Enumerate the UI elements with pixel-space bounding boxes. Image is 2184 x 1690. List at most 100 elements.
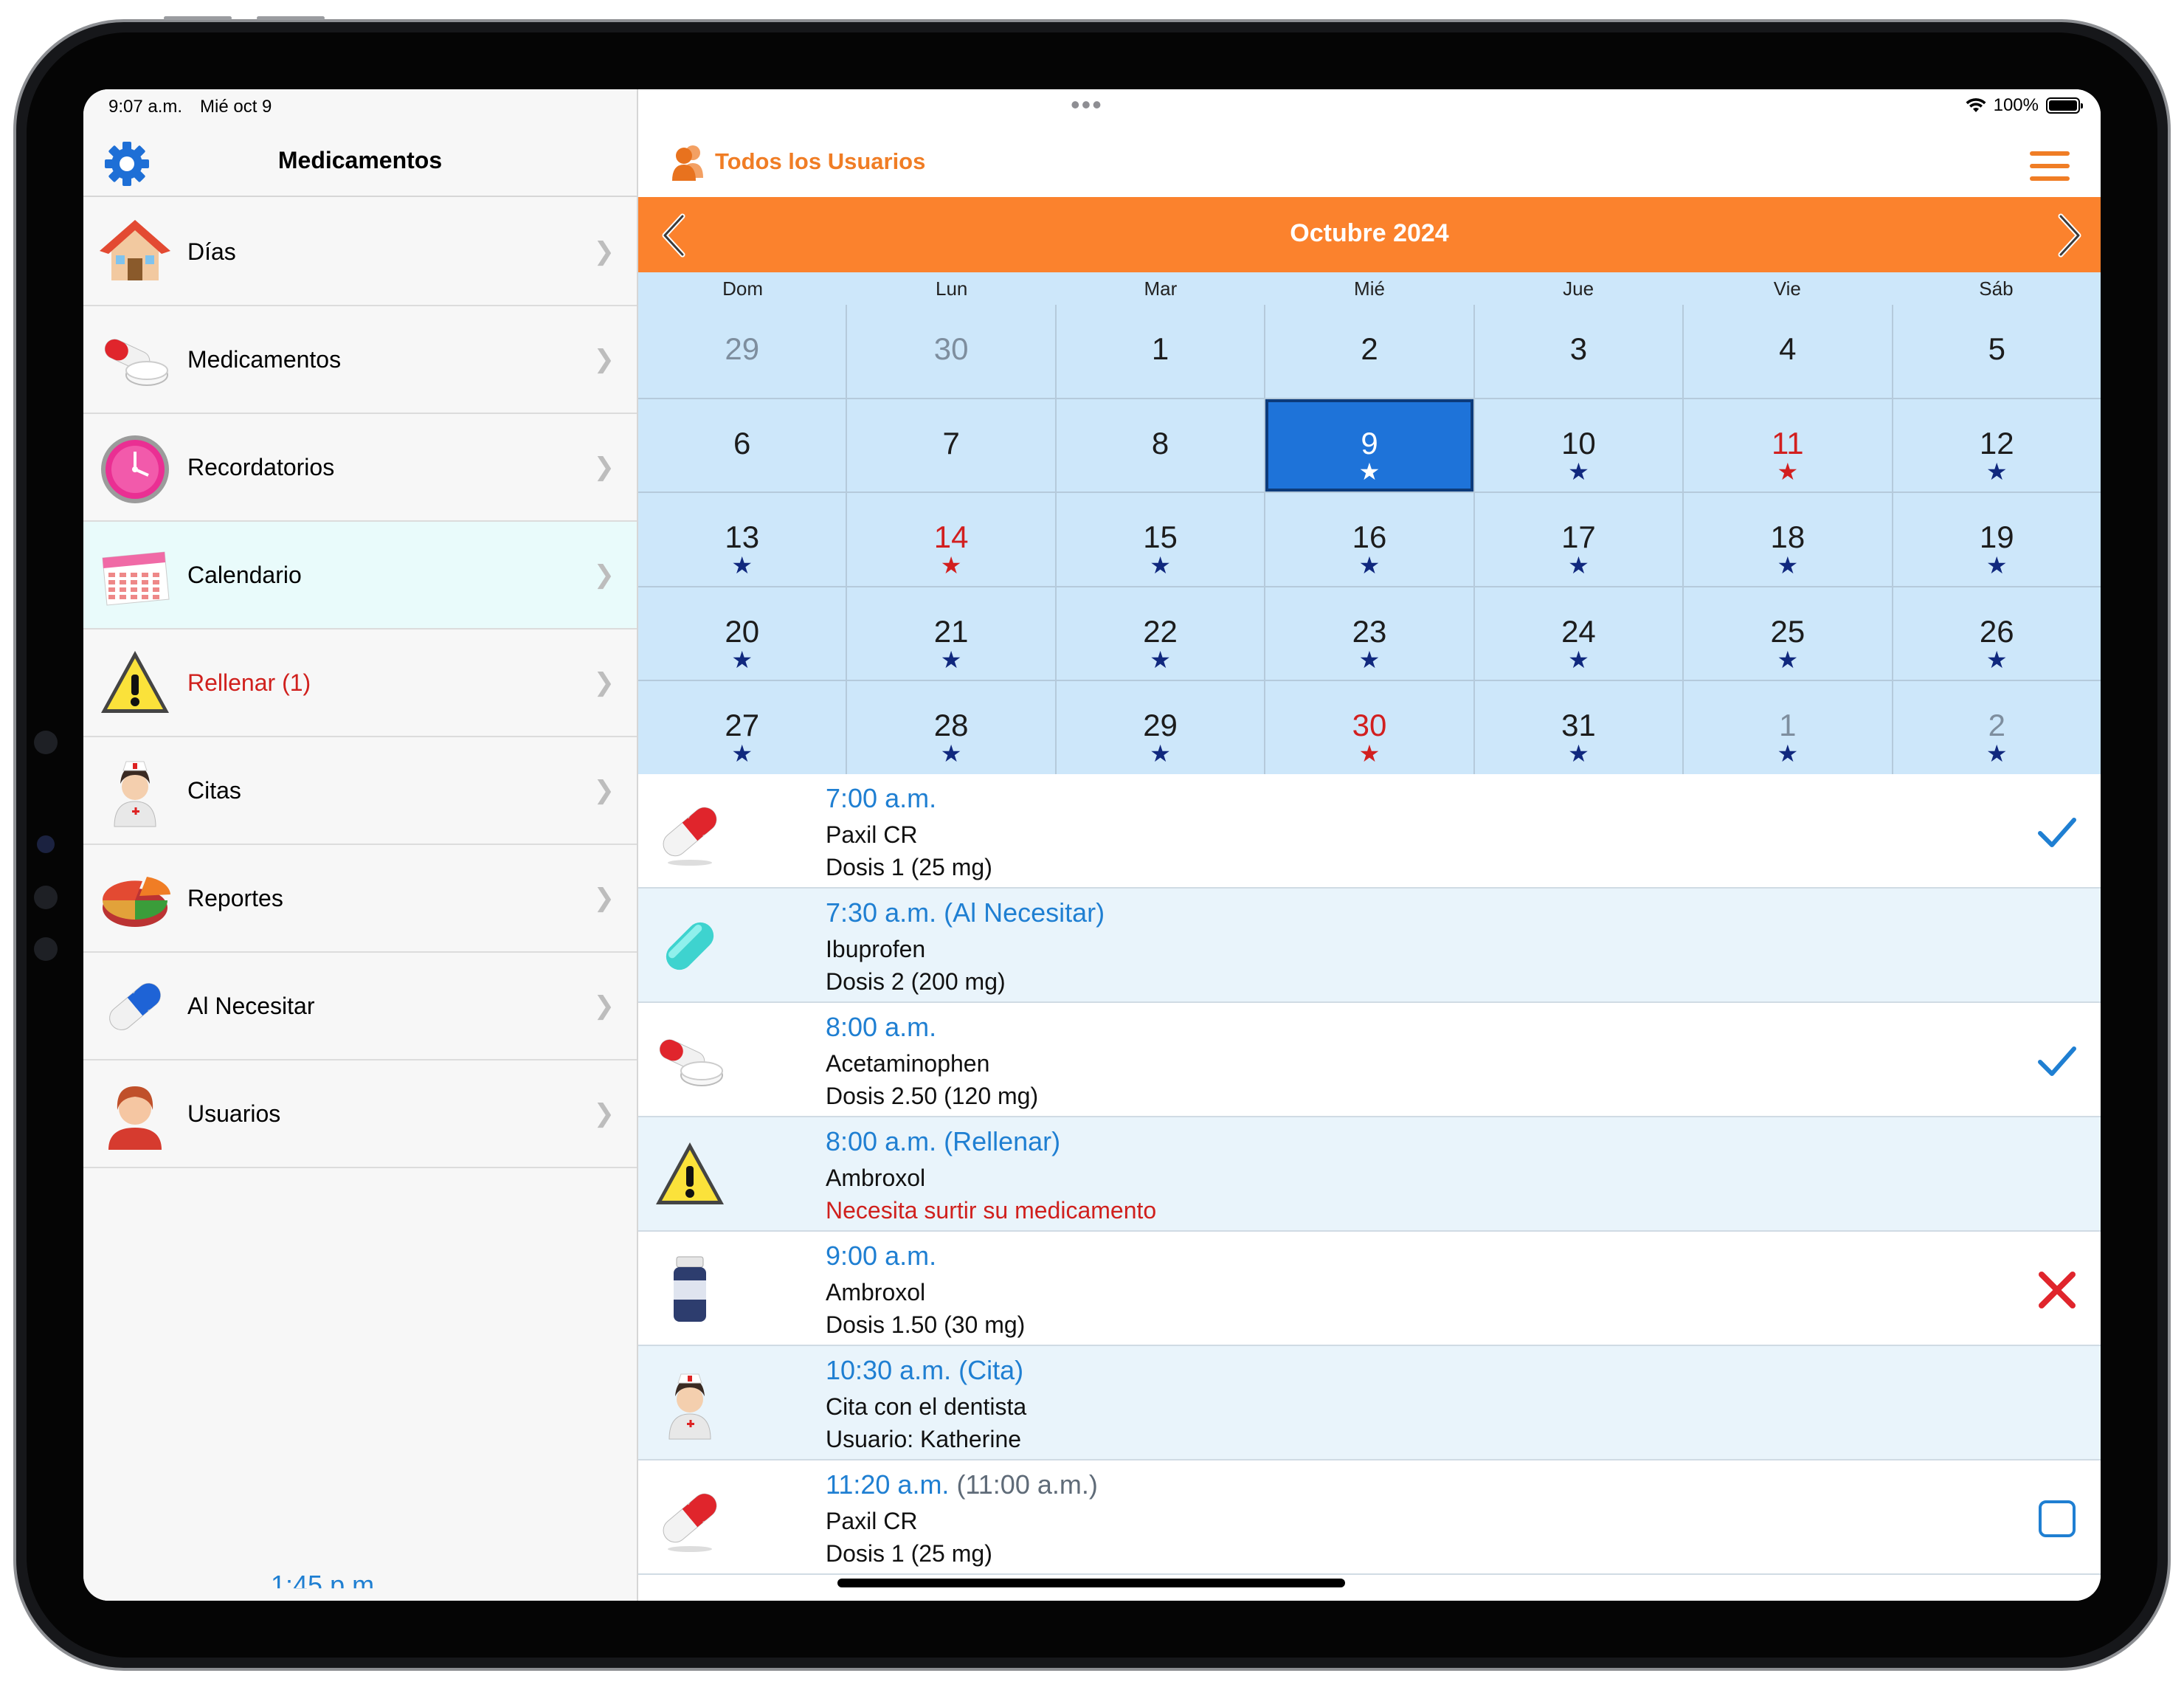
event-row[interactable]: 8:00 a.m. (Rellenar) Ambroxol Necesita sur…	[638, 1117, 2101, 1232]
top-button-1	[164, 16, 232, 20]
calendar-day[interactable]: 30 ★	[1265, 681, 1473, 774]
event-detail: Necesita surtir su medicamento	[826, 1197, 1157, 1224]
checkmark-icon[interactable]	[2036, 1040, 2078, 1083]
screen: 9:07 a.m. Mié oct 9 ••• 100% Medicamento…	[83, 89, 2101, 1601]
sidebar-item-rellenar-1[interactable]: Rellenar (1) ❯	[83, 630, 637, 737]
event-row[interactable]: 7:00 a.m. Paxil CR Dosis 1 (25 mg)	[638, 774, 2101, 889]
all-users-label: Todos los Usuarios	[715, 148, 926, 174]
hamburger-menu-icon[interactable]	[2030, 151, 2070, 181]
calendar-day[interactable]: 12 ★	[1893, 399, 2101, 492]
weekday-label: Jue	[1563, 277, 1594, 300]
calendar-day[interactable]: 6	[638, 399, 846, 492]
day-number: 29	[1143, 708, 1178, 743]
sidebar-item-label: Al Necesitar	[187, 992, 315, 1019]
calendar-day[interactable]: 21 ★	[847, 587, 1055, 680]
calendar-day[interactable]: 2	[1265, 305, 1473, 398]
event-medication-name: Cita con el dentista	[826, 1393, 1027, 1420]
calendar-day[interactable]: 19 ★	[1893, 493, 2101, 586]
sidebar-item-label: Días	[187, 238, 236, 265]
calendar-day[interactable]: 7	[847, 399, 1055, 492]
clock-icon	[98, 431, 172, 505]
calendar-day-selected[interactable]: 9 ★	[1265, 399, 1473, 492]
event-row[interactable]: 8:00 a.m. Acetaminophen Dosis 2.50 (120 mg…	[638, 1003, 2101, 1117]
multitasking-dots[interactable]: •••	[1071, 89, 1103, 120]
home-indicator[interactable]	[837, 1579, 1345, 1587]
sidebar-item-calendario[interactable]: Calendario ❯	[83, 522, 637, 630]
event-time-text: 7:30 a.m. (Al Necesitar)	[826, 897, 1105, 928]
star-icon: ★	[1150, 646, 1171, 673]
calendar-day[interactable]: 15 ★	[1056, 493, 1265, 586]
calendar-day[interactable]: 11 ★	[1684, 399, 1892, 492]
calendar-day[interactable]: 1 ★	[1684, 681, 1892, 774]
star-icon: ★	[731, 740, 753, 768]
calendar-day[interactable]: 20 ★	[638, 587, 846, 680]
calendar-day[interactable]: 25 ★	[1684, 587, 1892, 680]
calendar-day[interactable]: 16 ★	[1265, 493, 1473, 586]
star-icon: ★	[940, 740, 962, 768]
sidebar-item-reportes[interactable]: Reportes ❯	[83, 845, 637, 953]
event-row[interactable]: 9:00 a.m. Ambroxol Dosis 1.50 (30 mg)	[638, 1232, 2101, 1346]
calendar-day[interactable]: 22 ★	[1056, 587, 1265, 680]
calendar-day[interactable]: 13 ★	[638, 493, 846, 586]
x-mark-icon[interactable]	[2036, 1269, 2078, 1311]
calendar-day[interactable]: 18 ★	[1684, 493, 1892, 586]
day-number: 30	[1352, 708, 1387, 743]
event-row[interactable]: 7:30 a.m. (Al Necesitar) Ibuprofen Dosis 2…	[638, 889, 2101, 1003]
day-number: 27	[725, 708, 760, 743]
next-month-arrow-icon[interactable]	[2050, 212, 2086, 259]
calendar-day[interactable]: 5	[1893, 305, 2101, 398]
sidebar-item-dias[interactable]: Días ❯	[83, 199, 637, 306]
sidebar-item-medicamentos[interactable]: Medicamentos ❯	[83, 306, 637, 414]
calendar-icon	[98, 539, 172, 613]
checkmark-icon[interactable]	[2036, 811, 2078, 854]
event-time: 8:00 a.m.	[826, 1012, 936, 1043]
star-icon: ★	[1568, 646, 1589, 673]
calendar-day[interactable]: 28 ★	[847, 681, 1055, 774]
calendar-day[interactable]: 24 ★	[1474, 587, 1683, 680]
calendar-day[interactable]: 14 ★	[847, 493, 1055, 586]
calendar-day[interactable]: 29 ★	[1056, 681, 1265, 774]
event-time-text: 9:00 a.m.	[826, 1241, 937, 1271]
calendar-day[interactable]: 26 ★	[1893, 587, 2101, 680]
weekday-label: Vie	[1773, 277, 1801, 300]
calendar-day[interactable]: 17 ★	[1474, 493, 1683, 586]
side-sensor-3	[34, 937, 58, 961]
event-medication-name: Acetaminophen	[826, 1050, 990, 1077]
all-users-button[interactable]: Todos los Usuarios	[668, 141, 925, 182]
side-sensor-2	[34, 886, 58, 909]
calendar-day[interactable]: 3	[1474, 305, 1683, 398]
warning-icon	[98, 646, 172, 720]
event-row[interactable]: 10:30 a.m. (Cita) Cita con el dentista Usu…	[638, 1346, 2101, 1460]
day-number: 24	[1561, 613, 1596, 649]
star-icon: ★	[1358, 646, 1380, 673]
calendar-day[interactable]: 30	[847, 305, 1055, 398]
wifi-icon	[1966, 98, 1986, 112]
sidebar-item-recordatorios[interactable]: Recordatorios ❯	[83, 414, 637, 522]
event-row[interactable]: 11:20 a.m. (11:00 a.m.) Paxil CR Dosis 1 (…	[638, 1460, 2101, 1575]
sidebar-menu: Días ❯ Medicamentos ❯ Recordatorios ❯ Calendar…	[83, 199, 637, 1168]
calendar-day[interactable]: 27 ★	[638, 681, 846, 774]
event-detail: Dosis 1.50 (30 mg)	[826, 1311, 1026, 1338]
weekday-header: Dom Lun Mar Mié Jue Vie Sáb	[638, 272, 2101, 305]
sidebar-item-citas[interactable]: Citas ❯	[83, 737, 637, 845]
calendar-day[interactable]: 31 ★	[1474, 681, 1683, 774]
day-number: 10	[1561, 425, 1596, 461]
calendar-day[interactable]: 4	[1684, 305, 1892, 398]
sidebar-item-usuarios[interactable]: Usuarios ❯	[83, 1060, 637, 1168]
calendar-day[interactable]: 1	[1056, 305, 1265, 398]
star-icon: ★	[940, 646, 962, 673]
chevron-right-icon: ❯	[593, 345, 615, 373]
checkbox-icon[interactable]	[2036, 1497, 2078, 1540]
calendar-day[interactable]: 2 ★	[1893, 681, 2101, 774]
status-date: Mié oct 9	[200, 97, 272, 117]
day-number: 15	[1143, 520, 1178, 555]
sidebar-item-al-necesitar[interactable]: Al Necesitar ❯	[83, 953, 637, 1060]
calendar-day[interactable]: 10 ★	[1474, 399, 1683, 492]
weekday-label: Lun	[936, 277, 968, 300]
calendar-day[interactable]: 23 ★	[1265, 587, 1473, 680]
calendar-day[interactable]: 8	[1056, 399, 1265, 492]
warning-icon	[653, 1138, 727, 1212]
star-icon: ★	[731, 646, 753, 673]
event-detail: Usuario: Katherine	[826, 1426, 1022, 1452]
calendar-day[interactable]: 29	[638, 305, 846, 398]
